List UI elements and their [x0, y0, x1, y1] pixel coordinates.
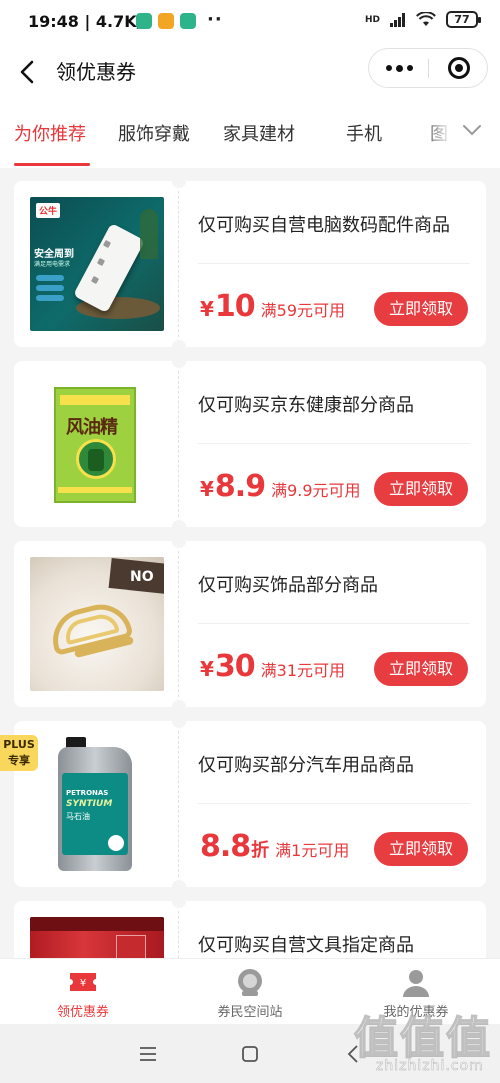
product-image-power-strip: 公牛 安全周到 满足用电需求 — [30, 197, 164, 331]
menu-icon[interactable] — [136, 1042, 160, 1066]
coupon-value: 8.8 折 满1元可用 — [200, 829, 349, 864]
tabs-fade — [420, 100, 500, 168]
plus-exclusive-badge: PLUS 专享 — [0, 735, 38, 771]
coupon-title: 仅可购买自营电脑数码配件商品 — [198, 215, 450, 236]
product-cn-brand: 马石油 — [66, 812, 90, 821]
product-name: 风油精 — [66, 417, 118, 438]
currency-symbol: ¥ — [200, 297, 214, 321]
claim-coupon-button[interactable]: 立即领取 — [374, 652, 468, 686]
coupon-divider — [178, 911, 179, 958]
coupon-title: 仅可购买部分汽车用品商品 — [198, 755, 414, 776]
app-notification-icon — [180, 13, 196, 29]
coupon-card: 风油精 仅可购买京东健康部分商品 ¥8.9 满9.9元可用 立即领取 — [14, 354, 486, 534]
watermark-url: zhizhizhi.com — [376, 1058, 484, 1075]
coupon-card: PETRONAS SYNTIUM 马石油 仅可购买部分汽车用品商品 8.8 折 … — [14, 714, 486, 894]
status-time-speed: 19:48 | 4.7K/s — [28, 12, 153, 31]
discount-amount: 10 — [214, 289, 256, 324]
claim-coupon-button[interactable]: 立即领取 — [374, 832, 468, 866]
coupon-separator — [198, 803, 470, 804]
coupon-condition: 满31元可用 — [260, 661, 346, 680]
discount-amount: 8.8 — [200, 829, 251, 864]
product-subtag: 满足用电需求 — [34, 261, 71, 268]
chevron-down-icon[interactable] — [462, 120, 482, 140]
user-icon — [403, 970, 429, 997]
status-bar: 19:48 | 4.7K/s ·· HD 77 — [0, 0, 500, 44]
signal-hd-icon: HD — [364, 14, 380, 25]
discount-amount: 30 — [214, 649, 256, 684]
wifi-icon — [416, 12, 436, 26]
coupon-icon: ¥ — [70, 973, 96, 991]
coupon-title: 仅可购买自营文具指定商品 — [198, 935, 414, 956]
coupon-card: 仅可购买自营文具指定商品 — [14, 894, 486, 958]
app-notification-icon — [158, 13, 174, 29]
product-tagline: 安全周到 — [34, 249, 74, 260]
coupon-value: ¥30 满31元可用 — [200, 649, 345, 684]
signal-icon — [390, 12, 405, 27]
more-options-icon[interactable] — [369, 49, 429, 87]
plus-badge-line1: PLUS — [3, 738, 35, 751]
product-image-hair-clip: NO — [30, 557, 164, 691]
close-miniprogram-icon[interactable] — [448, 57, 470, 79]
coupon-condition: 满9.9元可用 — [271, 481, 361, 500]
coupon-title: 仅可购买京东健康部分商品 — [198, 395, 414, 416]
card-edge-decoration — [7, 235, 8, 316]
product-image-motor-oil: PETRONAS SYNTIUM 马石油 — [30, 737, 164, 871]
coupon-divider — [178, 731, 179, 877]
brand-logo: 公牛 — [36, 203, 61, 218]
coupon-separator — [198, 263, 470, 264]
category-tabs: 为你推荐 服饰穿戴 家具建材 手机 图 — [0, 100, 500, 168]
tab-recommended[interactable]: 为你推荐 — [14, 120, 86, 146]
coupon-list: 公牛 安全周到 满足用电需求 仅可购买自营电脑数码配件商品 ¥10 满59元可用… — [0, 168, 500, 958]
back-icon[interactable] — [12, 52, 42, 92]
app-notification-icon — [136, 13, 152, 29]
coupon-divider — [178, 191, 179, 337]
coupon-title: 仅可购买饰品部分商品 — [198, 575, 378, 596]
coupon-value: ¥10 满59元可用 — [200, 289, 345, 324]
status-time: 19:48 — [28, 12, 79, 31]
background-sign: NO — [130, 569, 154, 585]
product-image-stationery — [30, 917, 164, 958]
page-title: 领优惠券 — [56, 60, 136, 84]
nav-coupons[interactable]: ¥ 领优惠券 — [0, 959, 166, 1025]
capsule-divider — [428, 59, 429, 78]
astronaut-icon — [238, 969, 262, 996]
coupon-divider — [178, 371, 179, 517]
svg-text:¥: ¥ — [80, 978, 86, 989]
miniprogram-capsule — [368, 48, 488, 88]
more-notifications-icon: ·· — [207, 9, 223, 30]
product-image-medicated-oil: 风油精 — [30, 377, 164, 511]
tab-furniture[interactable]: 家具建材 — [223, 120, 295, 146]
home-icon[interactable] — [238, 1042, 262, 1066]
product-brand: PETRONAS — [66, 789, 109, 797]
discount-unit: 折 — [251, 840, 270, 861]
active-tab-indicator — [14, 163, 90, 166]
product-model: SYNTIUM — [66, 799, 113, 809]
claim-coupon-button[interactable]: 立即领取 — [374, 472, 468, 506]
discount-amount: 8.9 — [214, 469, 266, 504]
tab-apparel[interactable]: 服饰穿戴 — [118, 120, 190, 146]
nav-coupons-label: 领优惠券 — [56, 1005, 109, 1020]
nav-space-station[interactable]: 券民空间站 — [167, 959, 333, 1025]
coupon-separator — [198, 623, 470, 624]
coupon-condition: 满59元可用 — [260, 301, 346, 320]
currency-symbol: ¥ — [200, 657, 214, 681]
watermark-logo: 值值值 — [353, 1012, 492, 1065]
coupon-separator — [198, 443, 470, 444]
currency-symbol: ¥ — [200, 477, 214, 501]
page-header: 领优惠券 — [0, 44, 500, 100]
coupon-value: ¥8.9 满9.9元可用 — [200, 469, 361, 504]
claim-coupon-button[interactable]: 立即领取 — [374, 292, 468, 326]
battery-icon: 77 — [446, 11, 481, 28]
plus-badge-line2: 专享 — [8, 754, 30, 767]
coupon-card: NO 仅可购买饰品部分商品 ¥30 满31元可用 立即领取 — [14, 534, 486, 714]
nav-space-station-label: 券民空间站 — [217, 1005, 283, 1020]
tab-phones[interactable]: 手机 — [346, 120, 382, 146]
coupon-card: 公牛 安全周到 满足用电需求 仅可购买自营电脑数码配件商品 ¥10 满59元可用… — [14, 174, 486, 354]
coupon-condition: 满1元可用 — [275, 841, 350, 860]
coupon-divider — [178, 551, 179, 697]
